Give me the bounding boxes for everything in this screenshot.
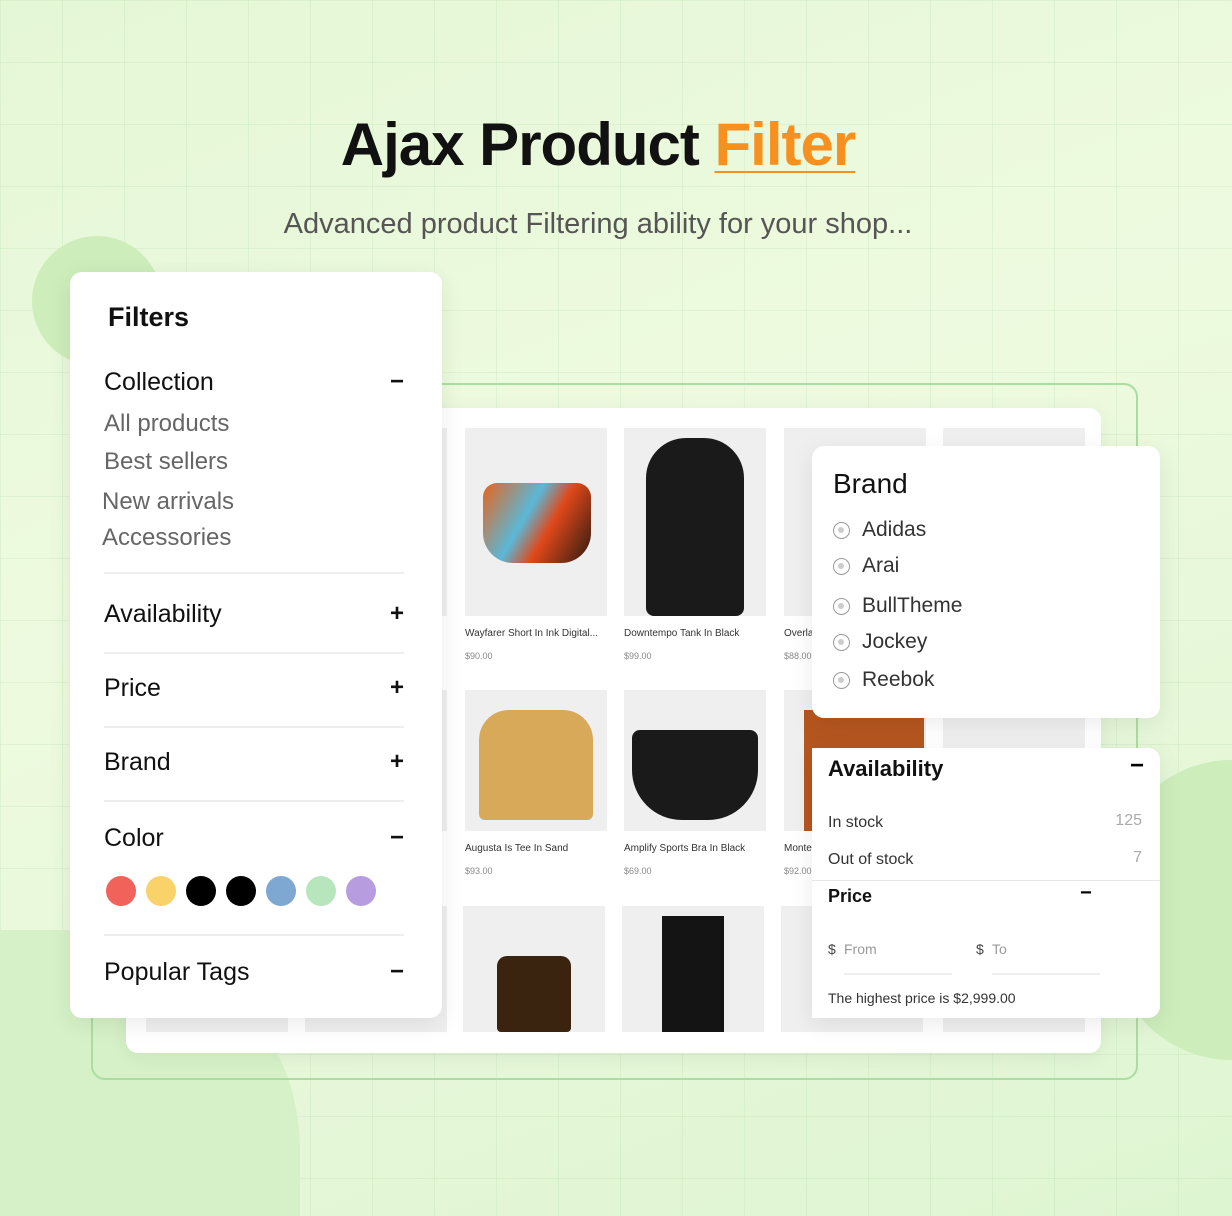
product-card[interactable] [463,906,605,1032]
product-card[interactable]: Augusta Is Tee In Sand $93.00 [465,690,607,876]
radio-icon[interactable] [833,557,850,575]
brand-label: Reebok [862,668,935,691]
filter-brand[interactable]: Brand + [104,748,404,777]
expand-icon[interactable]: + [390,748,404,776]
price-title: Price [828,886,873,906]
product-image [624,428,766,616]
collapse-icon[interactable]: − [390,368,404,396]
product-card[interactable]: Wayfarer Short In Ink Digital... $90.00 [465,428,607,661]
brand-option[interactable]: Reebok [833,668,934,692]
availability-option[interactable]: In stock [828,814,883,832]
product-name[interactable]: Wayfarer Short In Ink Digital... [465,628,607,639]
product-card[interactable]: Downtempo Tank In Black $99.00 [624,428,766,661]
brand-title: Brand [833,468,908,499]
color-swatch[interactable] [106,876,136,906]
product-name[interactable]: Amplify Sports Bra In Black [624,843,766,854]
product-price: $90.00 [465,651,493,661]
collection-link[interactable]: Best sellers [104,448,228,476]
currency-symbol: $ [976,941,984,957]
divider [104,652,404,654]
product-image [465,690,607,831]
product-card[interactable] [622,906,764,1032]
filter-label: Collection [104,368,214,396]
filter-label: Color [104,824,164,852]
radio-icon[interactable] [833,597,850,615]
to-placeholder: To [992,941,1007,957]
page-title: Ajax Product Filter [0,110,1196,179]
collection-link[interactable]: Accessories [102,524,231,552]
brand-label: Jockey [862,630,928,653]
color-swatch[interactable] [186,876,216,906]
highest-price-note: The highest price is $2,999.00 [828,990,1016,1006]
filter-label: Popular Tags [104,958,250,986]
collapse-icon[interactable]: − [1130,752,1144,780]
divider [104,726,404,728]
filters-title: Filters [108,302,190,332]
price-from-input[interactable]: From [844,941,952,975]
filter-availability[interactable]: Availability + [104,600,404,629]
filter-popular-tags[interactable]: Popular Tags − [104,958,404,987]
currency-symbol: $ [828,941,836,957]
collection-link[interactable]: New arrivals [102,488,234,516]
product-price: $93.00 [465,866,493,876]
divider [104,572,404,574]
subtitle: Advanced product Filtering ability for y… [283,208,913,240]
expand-icon[interactable]: + [390,600,404,628]
filter-label: Availability [104,600,222,628]
option-count: 125 [1115,812,1142,829]
title-accent: Filter [714,111,857,178]
brand-option[interactable]: Adidas [833,518,926,542]
divider [812,880,1160,881]
product-image [463,906,605,1032]
brand-option[interactable]: Jockey [833,630,927,654]
product-image [465,428,607,616]
divider [104,800,404,802]
brand-option[interactable]: Arai [833,554,899,578]
filter-label: Price [104,674,161,702]
collapse-icon[interactable]: − [390,958,404,986]
color-swatch[interactable] [226,876,256,906]
color-swatch[interactable] [346,876,376,906]
filter-price[interactable]: Price + [104,674,404,703]
price-to-input[interactable]: To [992,941,1100,975]
option-count: 7 [1133,849,1142,866]
product-card[interactable]: Amplify Sports Bra In Black $69.00 [624,690,766,876]
filter-color[interactable]: Color − [104,824,404,853]
color-swatch[interactable] [266,876,296,906]
brand-label: Adidas [862,518,927,541]
filter-collection[interactable]: Collection − [104,368,404,397]
radio-icon[interactable] [833,521,850,539]
availability-price-panel: Availability − In stock 125 Out of stock… [812,748,1160,1018]
product-name[interactable]: Augusta Is Tee In Sand [465,843,607,854]
radio-icon[interactable] [833,671,850,689]
brand-label: BullTheme [862,594,963,617]
product-image [622,906,764,1032]
availability-option[interactable]: Out of stock [828,851,913,869]
expand-icon[interactable]: + [390,674,404,702]
filters-panel: Filters Collection − All products Best se… [70,272,442,1018]
product-price: $69.00 [624,866,652,876]
from-placeholder: From [844,941,877,957]
filter-label: Brand [104,748,171,776]
collapse-icon[interactable]: − [1080,882,1092,905]
availability-title: Availability [828,756,944,781]
title-main: Ajax Product [340,111,715,178]
radio-icon[interactable] [833,633,850,651]
brand-option[interactable]: BullTheme [833,594,962,618]
product-price: $99.00 [624,651,652,661]
brand-label: Arai [862,554,900,577]
color-swatch[interactable] [146,876,176,906]
product-image [624,690,766,831]
collection-link[interactable]: All products [104,410,229,438]
brand-panel: Brand Adidas Arai BullTheme Jockey Reebo… [812,446,1160,718]
divider [104,934,404,936]
color-swatch[interactable] [306,876,336,906]
product-name[interactable]: Downtempo Tank In Black [624,628,766,639]
collapse-icon[interactable]: − [390,824,404,852]
